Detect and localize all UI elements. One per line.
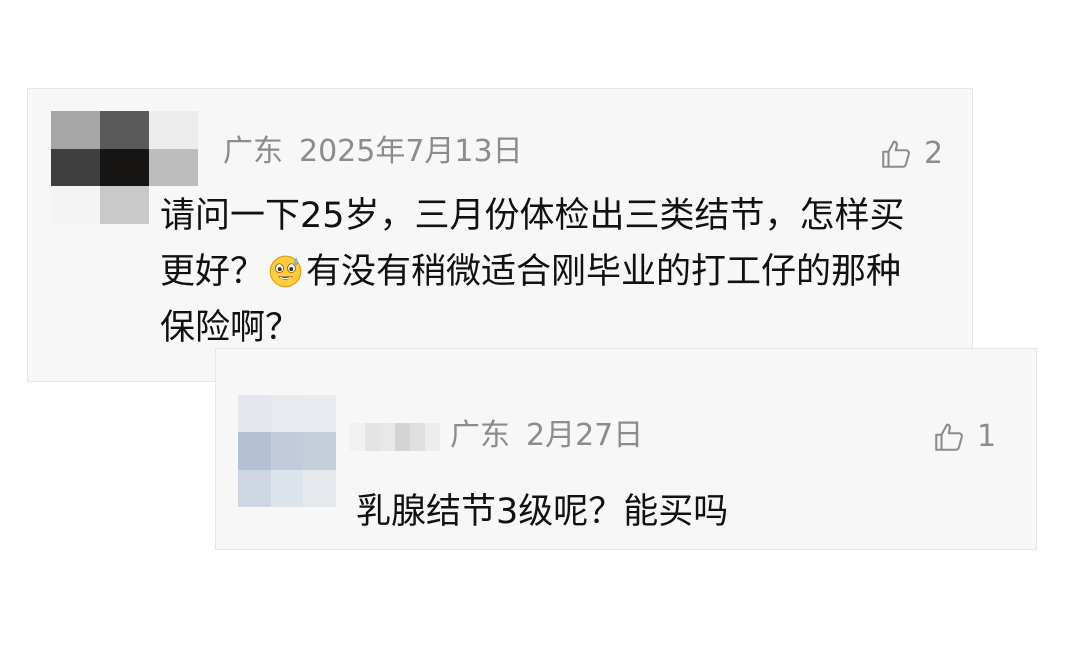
comment-text-segment: 有没有稍微适合刚毕业的打工仔的那种: [306, 252, 902, 292]
avatar-pixel: [51, 111, 100, 149]
avatar-pixel: [270, 395, 304, 433]
avatar-pixel: [51, 186, 100, 224]
avatar-pixel: [303, 469, 336, 507]
avatar-pixel: [410, 423, 425, 451]
comment-text-line: 请问一下25岁，三月份体检出三类结节，怎样买: [160, 196, 905, 236]
avatar-pixel: [365, 423, 380, 451]
avatar-pixel: [238, 432, 271, 470]
grinning-sweat-emoji-icon: [269, 255, 302, 288]
avatar-pixel: [270, 469, 304, 507]
comment-text: 乳腺结节3级呢？能买吗: [356, 484, 728, 540]
avatar-pixel: [380, 423, 395, 451]
comment-date: 2025年7月13日: [299, 134, 523, 169]
avatar-pixel: [238, 395, 271, 433]
avatar-pixel: [350, 423, 365, 451]
like-count: 2: [924, 136, 944, 171]
thumbs-up-icon: [935, 423, 963, 451]
comment-date: 2月27日: [526, 418, 644, 453]
comment-meta: 广东 2025年7月13日: [223, 137, 523, 167]
like-count: 1: [977, 419, 997, 454]
avatar-pixel: [238, 469, 271, 507]
comment-meta: 广东 2月27日: [450, 421, 643, 451]
like-button[interactable]: 2: [878, 136, 943, 172]
avatar-pixel: [303, 432, 336, 470]
avatar-pixel: [100, 148, 149, 187]
avatar-pixel: [51, 148, 100, 187]
comment-text-line: 乳腺结节3级呢？能买吗: [356, 492, 729, 532]
comment-text-segment: 更好？: [160, 252, 266, 292]
avatar-pixel: [395, 423, 410, 451]
avatar-pixel: [100, 186, 149, 224]
avatar-pixel: [149, 111, 198, 149]
avatar-pixel: [149, 148, 198, 187]
thumbs-up-icon: [882, 140, 910, 168]
comment-text: 请问一下25岁，三月份体检出三类结节，怎样买 更好？ 有没有稍微适合刚毕业的打工…: [160, 188, 905, 356]
avatar-pixel: [270, 432, 304, 470]
avatar-pixel: [425, 423, 440, 451]
avatar-pixel: [100, 111, 149, 149]
username-blurred[interactable]: [350, 423, 440, 451]
like-button[interactable]: 1: [931, 419, 996, 455]
comment-location: 广东: [223, 134, 283, 169]
comment-location: 广东: [450, 418, 510, 453]
avatar[interactable]: [238, 395, 336, 507]
comment-text-line: 更好？ 有没有稍微适合刚毕业的打工仔的那种: [160, 244, 905, 300]
avatar-pixel: [303, 395, 336, 433]
